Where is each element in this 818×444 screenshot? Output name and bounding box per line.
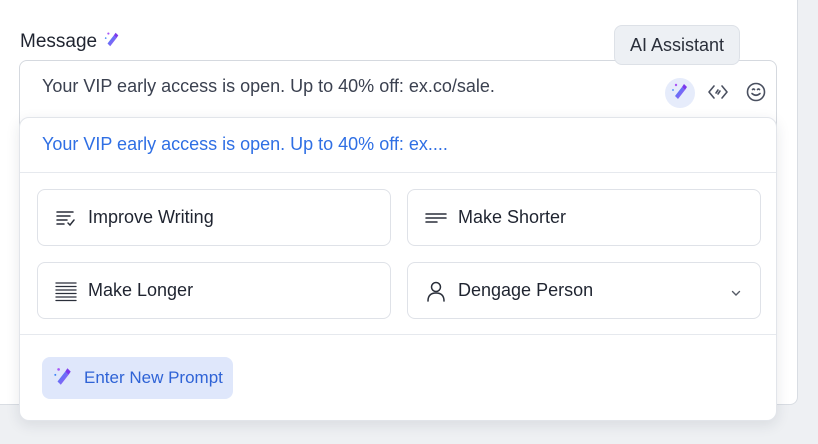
make-longer-button[interactable]: Make Longer — [37, 262, 391, 319]
make-longer-label: Make Longer — [88, 280, 194, 300]
person-icon — [424, 279, 448, 303]
ai-preview-text[interactable]: Your VIP early access is open. Up to 40%… — [42, 134, 448, 155]
message-value[interactable]: Your VIP early access is open. Up to 40%… — [42, 76, 495, 97]
ai-assistant-panel: Your VIP early access is open. Up to 40%… — [19, 117, 777, 421]
message-label-text: Message — [20, 31, 98, 52]
improve-writing-button[interactable]: Improve Writing — [37, 189, 391, 246]
dengage-person-select[interactable]: Dengage Person — [407, 262, 761, 319]
ai-wand-icon — [670, 81, 690, 106]
enter-new-prompt-label: Enter New Prompt — [84, 368, 223, 387]
insert-variable-button[interactable] — [705, 81, 731, 107]
chevron-down-icon — [730, 283, 742, 304]
enter-new-prompt-button[interactable]: Enter New Prompt — [42, 357, 233, 399]
emoji-smile-icon — [745, 81, 767, 108]
dengage-person-label: Dengage Person — [458, 280, 594, 300]
ai-assistant-tooltip: AI Assistant — [614, 25, 740, 65]
panel-divider — [20, 334, 776, 335]
short-lines-icon — [424, 206, 448, 230]
make-shorter-button[interactable]: Make Shorter — [407, 189, 761, 246]
code-variable-icon — [707, 81, 729, 108]
ai-assistant-button[interactable] — [665, 78, 695, 108]
ai-wand-icon — [52, 365, 74, 392]
panel-divider — [20, 172, 776, 173]
ai-wand-icon — [103, 30, 121, 54]
make-shorter-label: Make Shorter — [458, 207, 567, 227]
long-lines-icon — [54, 279, 78, 303]
improve-writing-icon — [54, 206, 78, 230]
emoji-button[interactable] — [743, 81, 769, 107]
improve-writing-label: Improve Writing — [88, 207, 214, 227]
message-field-label: Message — [20, 30, 121, 54]
